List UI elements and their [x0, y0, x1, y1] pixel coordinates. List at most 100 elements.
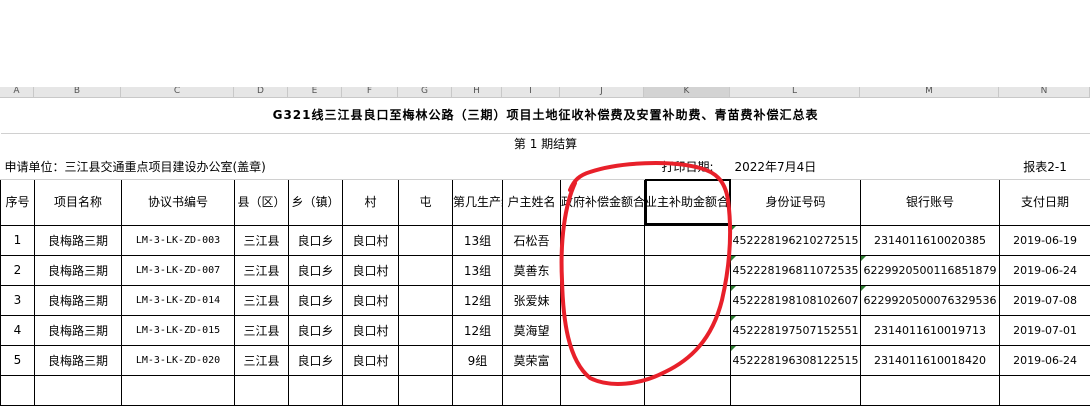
header-tun[interactable]: 屯	[398, 178, 453, 226]
cell-owner[interactable]: 石松吾	[502, 224, 561, 256]
sheet-title[interactable]: G321线三江县良口至梅林公路（三期）项目土地征收补偿费及安置补助费、青苗费补偿…	[0, 97, 1090, 134]
cell-township[interactable]: 良口乡	[288, 284, 343, 316]
cell-township[interactable]: 良口乡	[288, 314, 343, 346]
cell-owner-amount[interactable]	[644, 344, 731, 376]
cell-pay-date[interactable]: 2019-06-24	[998, 254, 1090, 286]
header-county[interactable]: 县（区）	[234, 178, 289, 226]
cell-project[interactable]: 良梅路三期	[34, 284, 122, 316]
info-empty-cell[interactable]	[560, 154, 645, 180]
cell-pay-date[interactable]: 2019-06-24	[998, 344, 1090, 376]
cell-seq[interactable]: 1	[0, 224, 35, 256]
table-row[interactable]: 3 良梅路三期 LM-3-LK-ZD-014 三江县 良口乡 良口村 12组 张…	[0, 284, 1090, 316]
cell-project[interactable]: 良梅路三期	[34, 254, 122, 286]
report-number[interactable]: 报表2-1	[999, 154, 1090, 180]
cell-village[interactable]: 良口村	[342, 254, 399, 286]
table-row-partial[interactable]	[0, 374, 1090, 406]
cell-township[interactable]: 良口乡	[288, 254, 343, 286]
column-letter[interactable]: C	[121, 87, 234, 97]
column-letter[interactable]: B	[34, 87, 121, 97]
cell-id-number[interactable]: 452228196210272515	[730, 224, 861, 256]
table-row[interactable]: 1 良梅路三期 LM-3-LK-ZD-003 三江县 良口乡 良口村 13组 石…	[0, 224, 1090, 256]
settlement-period[interactable]: 第 1 期结算	[1, 133, 1090, 154]
cell-village[interactable]: 良口村	[342, 224, 399, 256]
column-letter[interactable]: K	[644, 87, 730, 97]
cell-group[interactable]: 9组	[452, 344, 503, 376]
cell-county[interactable]: 三江县	[234, 344, 289, 376]
header-gov-amount[interactable]: 政府补偿金额合计(元)	[560, 178, 645, 226]
cell-owner-amount[interactable]	[644, 284, 731, 316]
cell-owner[interactable]: 莫海望	[502, 314, 561, 346]
cell-village[interactable]: 良口村	[342, 314, 399, 346]
cell-bank-account[interactable]: 2314011610020385	[860, 224, 1000, 256]
table-row[interactable]: 2 良梅路三期 LM-3-LK-ZD-007 三江县 良口乡 良口村 13组 莫…	[0, 254, 1090, 286]
header-owner-amount[interactable]: 业主补助金额合计(元)	[644, 178, 731, 226]
cell-township[interactable]: 良口乡	[288, 224, 343, 256]
cell-bank-account[interactable]: 6229920500076329536	[860, 284, 1000, 316]
column-letter[interactable]: F	[342, 87, 398, 97]
info-empty-cell[interactable]	[860, 154, 1000, 180]
table-row[interactable]: 4 良梅路三期 LM-3-LK-ZD-015 三江县 良口乡 良口村 12组 莫…	[0, 314, 1090, 346]
header-project[interactable]: 项目名称	[34, 178, 122, 226]
cell-gov-amount[interactable]	[560, 314, 645, 346]
column-letter[interactable]: E	[288, 87, 342, 97]
cell-seq[interactable]: 2	[0, 254, 35, 286]
cell-seq[interactable]: 5	[0, 344, 35, 376]
cell-county[interactable]: 三江县	[234, 224, 289, 256]
cell-owner[interactable]: 莫荣富	[502, 344, 561, 376]
cell-id-number[interactable]: 452228198108102607	[730, 284, 861, 316]
column-letter[interactable]: A	[0, 87, 34, 97]
cell-owner-amount[interactable]	[644, 254, 731, 286]
cell-project[interactable]: 良梅路三期	[34, 314, 122, 346]
header-seq[interactable]: 序号	[0, 178, 35, 226]
cell-gov-amount[interactable]	[560, 254, 645, 286]
header-village[interactable]: 村	[342, 178, 399, 226]
header-bank-account[interactable]: 银行账号	[860, 178, 1000, 226]
cell-village[interactable]: 良口村	[342, 284, 399, 316]
cell-bank-account[interactable]: 2314011610018420	[860, 344, 1000, 376]
cell-agreement[interactable]: LM-3-LK-ZD-003	[121, 224, 235, 256]
cell-pay-date[interactable]: 2019-07-08	[998, 284, 1090, 316]
cell-group[interactable]: 12组	[452, 314, 503, 346]
cell-tun[interactable]	[398, 254, 453, 286]
cell-seq[interactable]: 3	[0, 284, 35, 316]
cell-county[interactable]: 三江县	[234, 284, 289, 316]
cell-group[interactable]: 13组	[452, 224, 503, 256]
cell-owner-amount[interactable]	[644, 314, 731, 346]
cell-gov-amount[interactable]	[560, 344, 645, 376]
cell-county[interactable]: 三江县	[234, 314, 289, 346]
cell-pay-date[interactable]: 2019-07-01	[998, 314, 1090, 346]
cell-tun[interactable]	[398, 224, 453, 256]
column-letter[interactable]: M	[860, 87, 999, 97]
cell-county[interactable]: 三江县	[234, 254, 289, 286]
cell-id-number[interactable]: 452228196308122515	[730, 344, 861, 376]
cell-agreement[interactable]: LM-3-LK-ZD-014	[121, 284, 235, 316]
cell-tun[interactable]	[398, 314, 453, 346]
column-letter[interactable]: H	[452, 87, 502, 97]
column-letter[interactable]: N	[999, 87, 1090, 97]
header-agreement[interactable]: 协议书编号	[121, 178, 235, 226]
cell-village[interactable]: 良口村	[342, 344, 399, 376]
cell-seq[interactable]: 4	[0, 314, 35, 346]
cell-group[interactable]: 13组	[452, 254, 503, 286]
print-date-label[interactable]: 打印日期:	[644, 154, 731, 180]
cell-id-number[interactable]: 452228197507152551	[730, 314, 861, 346]
cell-agreement[interactable]: LM-3-LK-ZD-007	[121, 254, 235, 286]
column-letter[interactable]: L	[730, 87, 860, 97]
cell-group[interactable]: 12组	[452, 284, 503, 316]
cell-bank-account[interactable]: 2314011610019713	[860, 314, 1000, 346]
cell-owner[interactable]: 莫善东	[502, 254, 561, 286]
cell-id-number[interactable]: 452228196811072535	[730, 254, 861, 286]
cell-owner[interactable]: 张爱妹	[502, 284, 561, 316]
column-letter[interactable]: G	[398, 87, 452, 97]
cell-project[interactable]: 良梅路三期	[34, 224, 122, 256]
cell-project[interactable]: 良梅路三期	[34, 344, 122, 376]
header-owner[interactable]: 户主姓名	[502, 178, 561, 226]
cell-owner-amount[interactable]	[644, 224, 731, 256]
header-group[interactable]: 第几生产组	[452, 178, 503, 226]
column-letter[interactable]: J	[560, 87, 644, 97]
cell-gov-amount[interactable]	[560, 284, 645, 316]
cell-gov-amount[interactable]	[560, 224, 645, 256]
cell-pay-date[interactable]: 2019-06-19	[998, 224, 1090, 256]
print-date-value[interactable]: 2022年7月4日	[730, 154, 861, 180]
cell-tun[interactable]	[398, 284, 453, 316]
